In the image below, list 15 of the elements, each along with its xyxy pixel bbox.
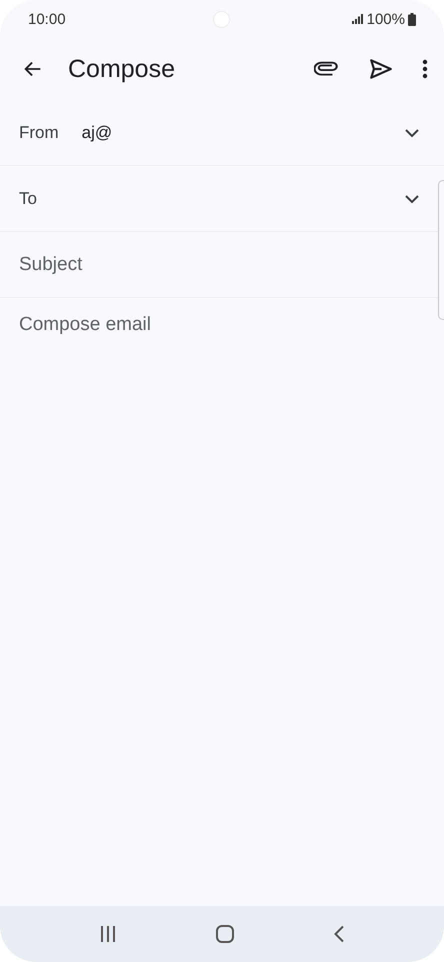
- recent-apps-icon[interactable]: [99, 925, 117, 943]
- sender-address[interactable]: aj@: [82, 122, 112, 142]
- signal-icon: [352, 14, 364, 24]
- battery-icon: [408, 12, 416, 26]
- send-icon[interactable]: [368, 56, 394, 82]
- field-label: To: [19, 188, 37, 208]
- field-label: From: [19, 122, 59, 142]
- screen-title: Compose: [68, 54, 175, 84]
- home-icon[interactable]: [215, 924, 235, 944]
- more-options-icon[interactable]: [422, 58, 428, 80]
- battery-percent: 100%: [366, 10, 405, 28]
- back-icon[interactable]: [333, 925, 345, 943]
- chevron-down-icon[interactable]: [404, 128, 420, 138]
- status-time: 10:00: [28, 10, 66, 28]
- chevron-down-icon[interactable]: [404, 194, 420, 204]
